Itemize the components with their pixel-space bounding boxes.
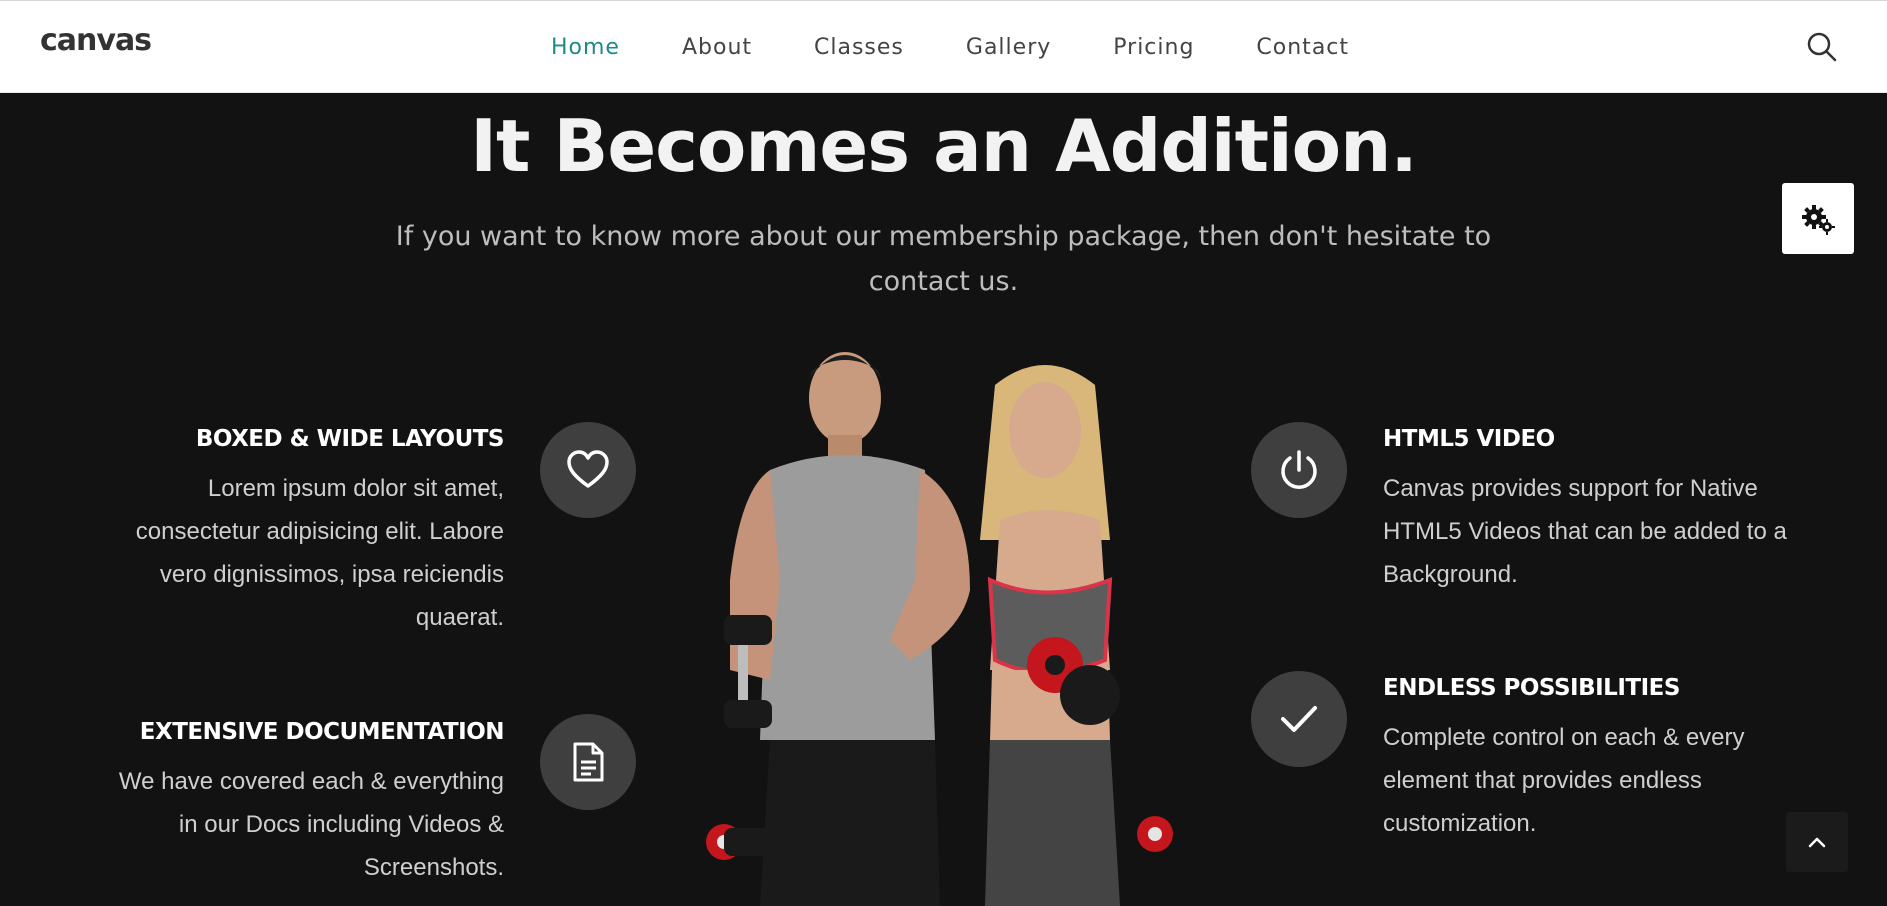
feature-line: in our Docs including Videos & [178, 811, 504, 838]
check-icon [1251, 671, 1347, 767]
feature-description: Lorem ipsum dolor sit amet, consectetur … [100, 467, 504, 639]
feature-line: Lorem ipsum dolor sit amet, [207, 475, 504, 502]
logo[interactable]: canvas [40, 23, 152, 58]
main-nav: Home About Classes Gallery Pricing Conta… [520, 1, 1380, 94]
feature-line: We have covered each & everything [118, 768, 504, 795]
feature-line: consectetur adipisicing elit. Labore [135, 518, 504, 545]
feature-title: ENDLESS POSSIBILITIES [1383, 675, 1680, 701]
feature-line: Complete control on each & every [1383, 724, 1745, 751]
document-icon [540, 714, 636, 810]
site-header: canvas Home About Classes Gallery Pricin… [0, 0, 1887, 93]
nav-home[interactable]: Home [551, 35, 620, 60]
search-icon[interactable] [1806, 31, 1838, 63]
feature-title: BOXED & WIDE LAYOUTS [195, 426, 505, 452]
gears-icon[interactable] [1782, 183, 1854, 254]
nav-classes[interactable]: Classes [814, 35, 904, 60]
feature-line: quaerat. [415, 604, 504, 631]
hero-title: It Becomes an Addition. [470, 104, 1417, 188]
nav-gallery[interactable]: Gallery [966, 35, 1051, 60]
athletes-image [706, 352, 1173, 906]
back-to-top-button[interactable] [1786, 812, 1848, 872]
nav-contact[interactable]: Contact [1256, 35, 1349, 60]
feature-line: element that provides endless [1383, 767, 1702, 794]
feature-description: We have covered each & everything in our… [100, 760, 504, 889]
feature-title: EXTENSIVE DOCUMENTATION [139, 719, 505, 745]
hero-subtitle: If you want to know more about our membe… [0, 214, 1887, 304]
feature-description: Complete control on each & every element… [1383, 716, 1843, 845]
feature-line: vero dignissimos, ipsa reiciendis [159, 561, 504, 588]
chevron-up-icon [1808, 837, 1826, 848]
feature-html5-video: HTML5 VIDEO Canvas provides support for … [1383, 426, 1843, 596]
feature-boxed-layouts: BOXED & WIDE LAYOUTS Lorem ipsum dolor s… [100, 426, 505, 639]
feature-line: Canvas provides support for Native [1383, 475, 1758, 502]
feature-endless-possibilities: ENDLESS POSSIBILITIES Complete control o… [1383, 675, 1843, 845]
feature-line: Screenshots. [363, 854, 504, 881]
heart-icon [540, 422, 636, 518]
feature-line: HTML5 Videos that can be added to a [1383, 518, 1787, 545]
hero-subtitle-line-1: If you want to know more about our membe… [395, 221, 1492, 252]
nav-about[interactable]: About [682, 35, 752, 60]
feature-description: Canvas provides support for Native HTML5… [1383, 467, 1843, 596]
nav-pricing[interactable]: Pricing [1113, 35, 1194, 60]
feature-title: HTML5 VIDEO [1383, 426, 1555, 452]
feature-line: Background. [1383, 561, 1518, 588]
hero-subtitle-line-2: contact us. [868, 266, 1019, 297]
power-icon [1251, 422, 1347, 518]
feature-line: customization. [1383, 810, 1537, 837]
feature-documentation: EXTENSIVE DOCUMENTATION We have covered … [100, 719, 505, 889]
